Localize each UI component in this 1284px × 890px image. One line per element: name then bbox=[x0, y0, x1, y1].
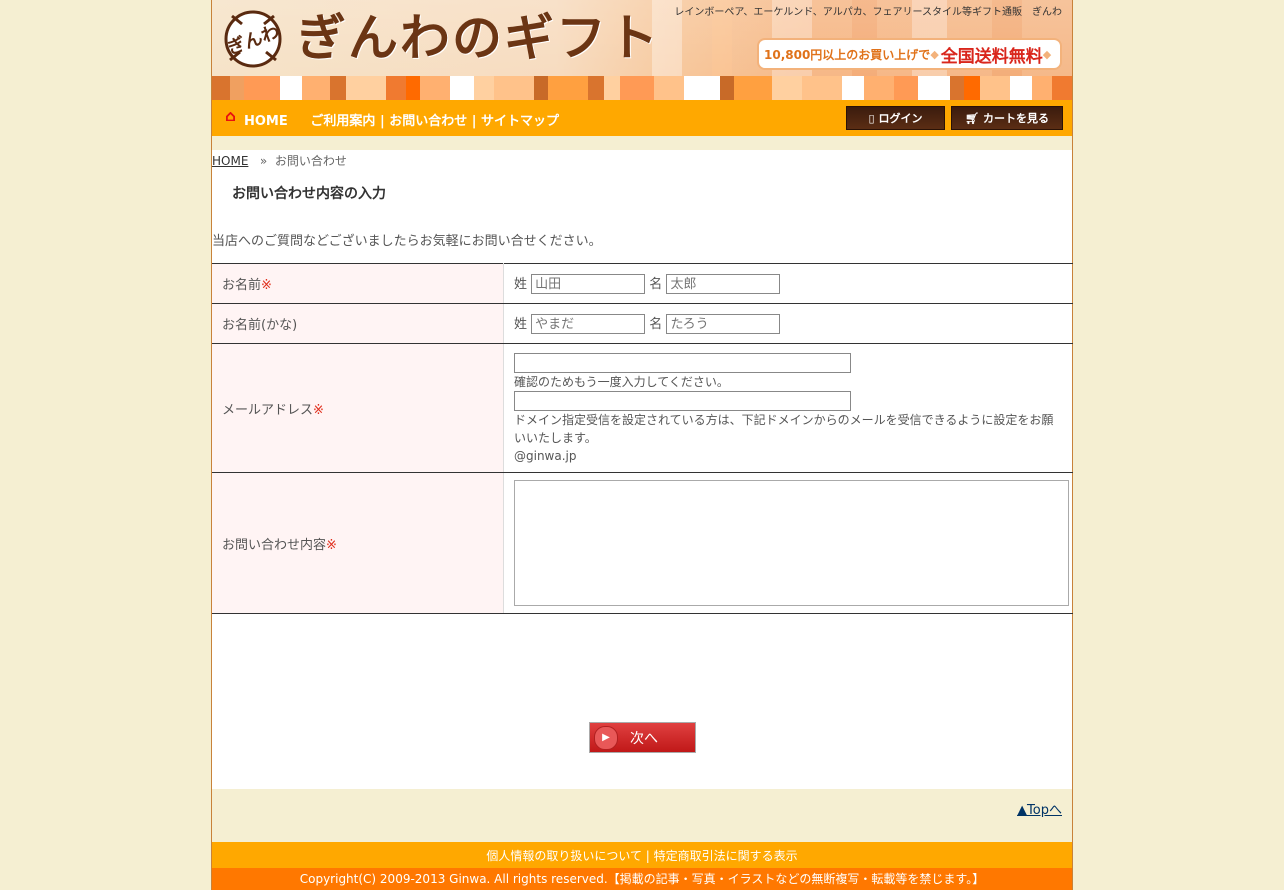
name-label: お名前 bbox=[222, 278, 262, 293]
nav-sitemap-link[interactable]: サイトマップ bbox=[481, 114, 559, 129]
name-row: お名前※ 姓 名 bbox=[212, 263, 1073, 304]
page-wrapper: ぎんわ ぎんわのギフト レインボーペア、エーケルンド、アルパカ、フェアリースタイ… bbox=[211, 0, 1073, 890]
header-color-band bbox=[212, 76, 1072, 100]
last-name-label: 姓 bbox=[514, 276, 528, 292]
inquiry-textarea[interactable] bbox=[514, 480, 1069, 606]
back-to-top-link[interactable]: ▲Topへ bbox=[1017, 799, 1062, 818]
cart-icon: 🛒︎ bbox=[965, 111, 979, 125]
last-name-input[interactable] bbox=[531, 274, 646, 295]
free-shipping-banner: 10,800円以上のお買い上げで ◆ 全国送料無料 ◆ bbox=[757, 38, 1062, 70]
main-nav: HOME ご利用案内 | お問い合わせ | サイトマップ ▯ ログイン 🛒︎ カ… bbox=[212, 100, 1072, 136]
contact-form-table: お名前※ 姓 名 お名前(かな) 姓 名 メールアドレス※ bbox=[212, 263, 1073, 614]
shipping-condition: 10,800円以上のお買い上げで bbox=[764, 47, 931, 62]
inquiry-label: お問い合わせ内容 bbox=[222, 537, 327, 553]
email-confirm-note: 確認のためもう一度入力してください。 bbox=[514, 375, 729, 389]
nav-separator: | bbox=[379, 114, 385, 129]
inquiry-row: お問い合わせ内容※ bbox=[212, 472, 1073, 614]
nav-contact-link[interactable]: お問い合わせ bbox=[389, 114, 467, 129]
nav-separator: | bbox=[471, 114, 477, 129]
cart-label: カートを見る bbox=[982, 112, 1049, 125]
email-confirm-input[interactable] bbox=[514, 391, 851, 411]
first-kana-label: 名 bbox=[649, 316, 663, 332]
free-shipping-text: 全国送料無料 bbox=[940, 46, 1043, 67]
domain-text: @ginwa.jp bbox=[514, 449, 577, 463]
required-mark: ※ bbox=[261, 278, 272, 293]
door-icon: ▯ bbox=[868, 111, 875, 125]
breadcrumb: HOME » お問い合わせ bbox=[212, 152, 347, 169]
domain-note: ドメイン指定受信を設定されている方は、下記ドメインからのメールを受信できるように… bbox=[514, 413, 1054, 445]
first-name-input[interactable] bbox=[666, 274, 781, 295]
footer-separator: | bbox=[645, 849, 650, 863]
site-header: ぎんわ ぎんわのギフト レインボーペア、エーケルンド、アルパカ、フェアリースタイ… bbox=[212, 0, 1072, 100]
intro-text: 当店へのご質問などございましたらお気軽にお問い合せください。 bbox=[212, 234, 602, 249]
first-kana-input[interactable] bbox=[666, 314, 781, 335]
breadcrumb-home-link[interactable]: HOME bbox=[212, 154, 248, 168]
last-kana-label: 姓 bbox=[514, 316, 528, 332]
required-mark: ※ bbox=[326, 537, 337, 553]
page-top-band: ▲Topへ bbox=[212, 789, 1072, 842]
play-icon: ▶ bbox=[594, 725, 618, 750]
header-tagline: レインボーペア、エーケルンド、アルパカ、フェアリースタイル等ギフト通販 ぎんわ bbox=[674, 7, 1062, 18]
login-button[interactable]: ▯ ログイン bbox=[846, 106, 945, 130]
site-logo-text[interactable]: ぎんわのギフト bbox=[296, 6, 660, 70]
privacy-policy-link[interactable]: 個人情報の取り扱いについて bbox=[486, 849, 642, 863]
breadcrumb-current: お問い合わせ bbox=[274, 154, 347, 168]
page-title: お問い合わせ内容の入力 bbox=[232, 186, 386, 202]
copyright: Copyright(C) 2009-2013 Ginwa. All rights… bbox=[212, 868, 1072, 890]
view-cart-button[interactable]: 🛒︎ カートを見る bbox=[951, 106, 1063, 130]
breadcrumb-separator: » bbox=[259, 154, 268, 168]
kana-label: お名前(かな) bbox=[222, 318, 298, 333]
required-mark: ※ bbox=[313, 402, 324, 418]
nav-home-link[interactable]: HOME bbox=[244, 114, 288, 129]
ginwa-logo-icon[interactable]: ぎんわ bbox=[220, 4, 286, 70]
nav-spacer bbox=[212, 136, 1072, 150]
last-kana-input[interactable] bbox=[531, 314, 646, 335]
diamond-icon: ◆ bbox=[1042, 47, 1052, 61]
next-button-label: 次へ bbox=[630, 730, 658, 747]
diamond-icon: ◆ bbox=[930, 47, 939, 61]
next-button[interactable]: ▶ 次へ bbox=[589, 722, 696, 753]
email-row: メールアドレス※ 確認のためもう一度入力してください。 ドメイン指定受信を設定さ… bbox=[212, 343, 1073, 473]
kana-row: お名前(かな) 姓 名 bbox=[212, 303, 1073, 344]
commercial-law-link[interactable]: 特定商取引法に関する表示 bbox=[654, 849, 798, 863]
footer-links: 個人情報の取り扱いについて | 特定商取引法に関する表示 bbox=[212, 842, 1072, 868]
email-label: メールアドレス bbox=[222, 402, 314, 418]
nav-guide-link[interactable]: ご利用案内 bbox=[310, 114, 375, 129]
home-icon bbox=[226, 112, 235, 121]
first-name-label: 名 bbox=[649, 276, 663, 292]
login-label: ログイン bbox=[878, 112, 923, 125]
email-input[interactable] bbox=[514, 353, 851, 373]
